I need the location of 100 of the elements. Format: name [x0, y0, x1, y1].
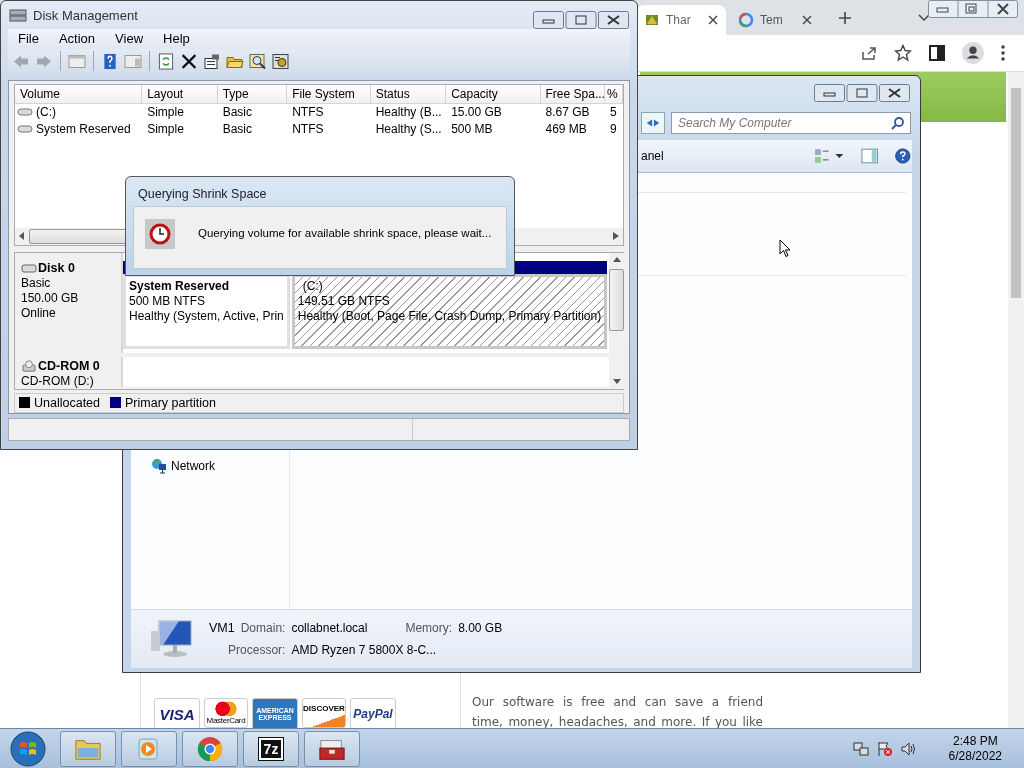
field-label: Memory:: [405, 621, 453, 635]
computer-name: VM1: [209, 621, 235, 635]
refresh-icon[interactable]: [157, 52, 175, 70]
table-cell-text: 500 MB: [450, 122, 494, 137]
plus-icon[interactable]: [838, 10, 852, 25]
dialog-message: Querying volume for available shrink space, please wait...: [198, 227, 492, 239]
column-header[interactable]: File System: [287, 84, 371, 103]
scroll-left-icon[interactable]: [19, 232, 25, 241]
flag-icon[interactable]: [876, 740, 893, 757]
column-header[interactable]: Layout: [142, 84, 218, 103]
archive-logo: 7z: [258, 737, 284, 760]
legend-label: Primary partition: [125, 395, 216, 410]
disk-info: 150.00 GB: [21, 290, 79, 306]
field-value: collabnet.local: [291, 621, 368, 635]
field-value: 8.00 GB: [458, 621, 503, 635]
column-header[interactable]: Status: [370, 84, 447, 103]
table-cell-text: NTFS: [291, 105, 325, 120]
table-cell-text: Healthy (B...: [374, 105, 443, 120]
payment-logo: PayPal: [350, 698, 396, 730]
mouse-pointer: [779, 239, 791, 258]
start-button[interactable]: [10, 730, 46, 767]
magnifier-icon[interactable]: [249, 52, 267, 70]
disk-name: CD-ROM 0: [38, 358, 100, 374]
cd-drive-icon: [21, 360, 37, 373]
field-label: Processor:: [227, 643, 286, 657]
network-icon[interactable]: [852, 740, 869, 757]
table-cell-text: 9: [609, 122, 618, 137]
taskbar-button[interactable]: 7z: [243, 730, 299, 767]
menu-item[interactable]: View: [105, 31, 154, 47]
help-icon[interactable]: [894, 148, 912, 164]
network-icon: [151, 458, 167, 474]
table-cell-text: Simple: [146, 122, 185, 137]
chrome-icon: [196, 735, 224, 762]
column-header[interactable]: Capacity: [446, 84, 541, 103]
drive-icon: [17, 107, 33, 118]
table-cell: (C:): [36, 105, 56, 120]
scroll-up-icon[interactable]: [612, 256, 621, 263]
settings-icon[interactable]: [272, 52, 290, 70]
computer-icon: [149, 619, 195, 659]
column-header[interactable]: %: [605, 84, 623, 103]
share-icon[interactable]: [860, 44, 878, 62]
clock-time[interactable]: 2:48 PM: [952, 733, 998, 749]
payment-logo: MasterCard: [204, 698, 248, 728]
window-controls[interactable]: [814, 84, 910, 102]
chevron-down-icon[interactable]: [918, 13, 930, 22]
menu-item[interactable]: Help: [153, 31, 200, 47]
table-cell-text: 469 MB: [544, 122, 588, 137]
clock-icon: [144, 219, 176, 249]
column-header[interactable]: Free Spa...: [540, 84, 606, 103]
clock-date[interactable]: 6/28/2022: [948, 748, 1002, 764]
window-controls[interactable]: [928, 0, 1018, 18]
column-header[interactable]: Type: [217, 84, 288, 103]
partition-block[interactable]: System Reserved 500 MB NTFS Healthy (System, Active, Prin: [123, 273, 290, 349]
drive-icon: [17, 124, 33, 135]
table-cell: System Reserved: [36, 122, 131, 137]
disk-info: Online: [21, 305, 56, 321]
payment-logo: DISCOVER: [302, 698, 346, 728]
star-icon[interactable]: [894, 44, 912, 62]
view-options-icon[interactable]: [813, 148, 845, 164]
volume-icon[interactable]: [900, 740, 917, 757]
window-title: Disk Management: [33, 7, 139, 23]
menu-item[interactable]: File: [8, 31, 49, 47]
search-field[interactable]: Search My Computer: [671, 111, 911, 134]
browser-tab[interactable]: Thar: [636, 5, 726, 35]
google-icon: [738, 12, 754, 28]
toolbar-label[interactable]: anel: [641, 149, 664, 163]
side-panel-icon[interactable]: [928, 44, 946, 62]
menu-item[interactable]: Action: [48, 31, 106, 47]
paragraph: Our software is free and can save a friend time, money, headaches, and more. If you like: [472, 694, 763, 731]
table-cell-text: Basic: [221, 105, 253, 120]
legend-label: Unallocated: [34, 395, 100, 410]
delete-icon[interactable]: [180, 52, 198, 70]
table-cell-text: Healthy (S...: [374, 122, 443, 137]
menu-icon[interactable]: [1000, 44, 1006, 62]
window-controls[interactable]: [533, 11, 629, 29]
table-cell-text: 8.67 GB: [544, 105, 591, 120]
partition-block[interactable]: (C:) 149.51 GB NTFS Healthy (Boot, Page File, Crash Dump, Primary Partition): [291, 273, 608, 349]
disk-name: Disk 0: [38, 260, 75, 276]
profile-icon[interactable]: [962, 42, 984, 64]
scroll-down-icon[interactable]: [612, 378, 621, 385]
scroll-right-icon[interactable]: [613, 232, 619, 241]
refresh-icon[interactable]: [641, 111, 665, 134]
taskbar-button[interactable]: [182, 730, 238, 767]
search-icon: [891, 115, 905, 130]
field-label: Domain:: [240, 621, 286, 635]
table-cell-text: Basic: [221, 122, 253, 137]
table-cell-text: Simple: [146, 105, 185, 120]
help-icon[interactable]: [101, 52, 119, 70]
table-cell-text: 5: [609, 105, 618, 120]
nav-item[interactable]: Network: [151, 458, 215, 474]
taskbar-button[interactable]: [304, 730, 360, 767]
close-icon[interactable]: [708, 15, 718, 25]
column-header[interactable]: Volume: [15, 84, 143, 103]
table-cell-text: NTFS: [291, 122, 325, 137]
payment-logo: VISA: [154, 698, 200, 730]
properties-icon[interactable]: [203, 52, 221, 70]
preview-pane-icon[interactable]: [860, 148, 879, 164]
browser-tab[interactable]: Tem: [730, 5, 820, 35]
table-cell-text: 15.00 GB: [450, 105, 503, 120]
close-icon[interactable]: [802, 15, 812, 25]
